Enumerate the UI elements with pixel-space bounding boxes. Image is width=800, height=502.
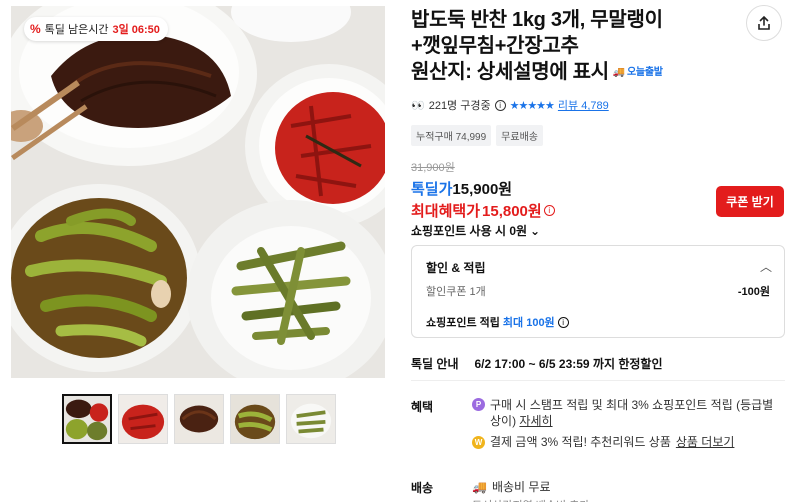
title-line: 밥도둑 반찬 1kg 3개, 무말랭이 <box>411 9 663 31</box>
shipping-row: 🚚 배송비 무료 <box>472 478 551 495</box>
stamp-benefit-row: P 구매 시 스탬프 적립 및 최대 3% 쇼핑포인트 적립 (등급별 상이) … <box>472 397 782 429</box>
deal-price-value: 15,900원 <box>452 181 513 198</box>
main-product-image[interactable] <box>11 6 385 378</box>
percent-icon: % <box>30 22 41 36</box>
thumbnail-strip <box>62 394 336 444</box>
points-earn-label: 쇼핑포인트 적립 <box>426 317 500 329</box>
deal-notice-text: 6/2 17:00 ~ 6/5 23:59 까지 한정할인 <box>474 357 663 371</box>
deal-timer-value: 3일 06:50 <box>112 24 160 36</box>
discount-benefit-box: 할인 & 적립 ︿ 할인쿠폰 1개 -100원 쇼핑포인트 적립 최대 100원… <box>411 245 785 338</box>
get-coupon-button[interactable]: 쿠폰 받기 <box>716 186 784 217</box>
deal-price: 톡딜가15,900원 <box>411 178 512 199</box>
deal-timer-label: 톡딜 남은시간 <box>44 24 109 36</box>
title-line-3: 원산지: 상세설명에 표시 🚚 오늘출발 <box>411 59 741 86</box>
review-link[interactable]: 리뷰 4,789 <box>558 97 609 113</box>
today-ship-badge: 🚚 오늘출발 <box>613 60 663 86</box>
max-benefit-label: 최대혜택가 <box>411 203 481 220</box>
shipping-fee: 배송비 무료 <box>491 480 551 494</box>
shipping-sub-note: 도서산간지역 배송비 추가 <box>472 497 589 502</box>
point-icon: P <box>472 398 485 411</box>
shipping-label: 배송 <box>411 481 434 495</box>
coupon-count-label: 할인쿠폰 1개 <box>426 286 486 298</box>
more-products-link[interactable]: 상품 더보기 <box>676 433 735 450</box>
info-icon[interactable]: i <box>543 205 555 216</box>
today-ship-label: 오늘출발 <box>627 66 663 78</box>
thumbnail[interactable] <box>286 394 336 444</box>
product-tags: 누적구매 74,999 무료배송 <box>411 125 543 146</box>
details-link[interactable]: 자세히 <box>519 414 552 428</box>
product-title: 밥도둑 반찬 1kg 3개, 무말랭이 +깻잎무침+간장고추 원산지: 상세설명… <box>411 7 741 86</box>
benefits-label: 혜택 <box>411 400 434 414</box>
title-line: +깻잎무침+간장고추 <box>411 35 579 57</box>
points-toggle-label: 쇼핑포인트 사용 시 0원 <box>411 224 528 238</box>
title-line: 원산지: 상세설명에 표시 <box>411 61 609 83</box>
chevron-up-icon[interactable]: ︿ <box>760 258 772 275</box>
points-earn-row: 쇼핑포인트 적립 최대 100원 i <box>426 314 569 330</box>
rating-stars: ★★★★★ <box>509 99 555 112</box>
tag-free-shipping: 무료배송 <box>496 125 543 146</box>
info-icon[interactable]: i <box>494 99 506 111</box>
max-benefit-price: 최대혜택가 15,800원 i <box>411 200 555 221</box>
reward-benefit-row: W 결제 금액 3% 적립! 추천리워드 상품 상품 더보기 <box>472 433 734 450</box>
max-benefit-value: 15,800원 <box>482 203 542 220</box>
deal-price-label: 톡딜가 <box>411 181 453 198</box>
share-icon <box>758 15 770 30</box>
points-toggle[interactable]: 쇼핑포인트 사용 시 0원 ⌄ <box>411 222 540 239</box>
thumbnail[interactable] <box>230 394 280 444</box>
coupon-discount-value: -100원 <box>737 286 770 298</box>
eyes-icon: 👀 <box>411 99 425 112</box>
truck-icon: 🚚 <box>472 479 487 494</box>
stamp-benefit-text: 구매 시 스탬프 적립 및 최대 3% 쇼핑포인트 적립 (등급별 상이) 자세… <box>490 397 782 429</box>
coin-icon: W <box>472 435 485 449</box>
chevron-down-icon: ⌄ <box>530 223 541 238</box>
info-icon[interactable]: i <box>557 316 569 328</box>
thumbnail[interactable] <box>118 394 168 444</box>
thumbnail[interactable] <box>62 394 112 444</box>
product-meta: 👀 221명 구경중 i ★★★★★ 리뷰 4,789 <box>411 97 609 113</box>
points-earn-max: 최대 100원 <box>502 317 555 329</box>
share-button[interactable] <box>746 5 782 41</box>
truck-icon: 🚚 <box>612 66 626 78</box>
tag-cumulative-purchase: 누적구매 74,999 <box>411 125 492 146</box>
benefit-box-header: 할인 & 적립 <box>426 261 486 275</box>
viewer-count: 221명 구경중 <box>428 100 491 112</box>
deal-notice-label: 톡딜 안내 <box>411 357 459 371</box>
deal-timer-badge: % 톡딜 남은시간 3일 06:50 <box>24 17 168 41</box>
reward-benefit-text: 결제 금액 3% 적립! 추천리워드 상품 <box>490 435 671 449</box>
thumbnail[interactable] <box>174 394 224 444</box>
divider <box>411 380 785 381</box>
original-price: 31,900원 <box>411 162 455 174</box>
deal-notice: 톡딜 안내 6/2 17:00 ~ 6/5 23:59 까지 한정할인 <box>411 355 663 372</box>
